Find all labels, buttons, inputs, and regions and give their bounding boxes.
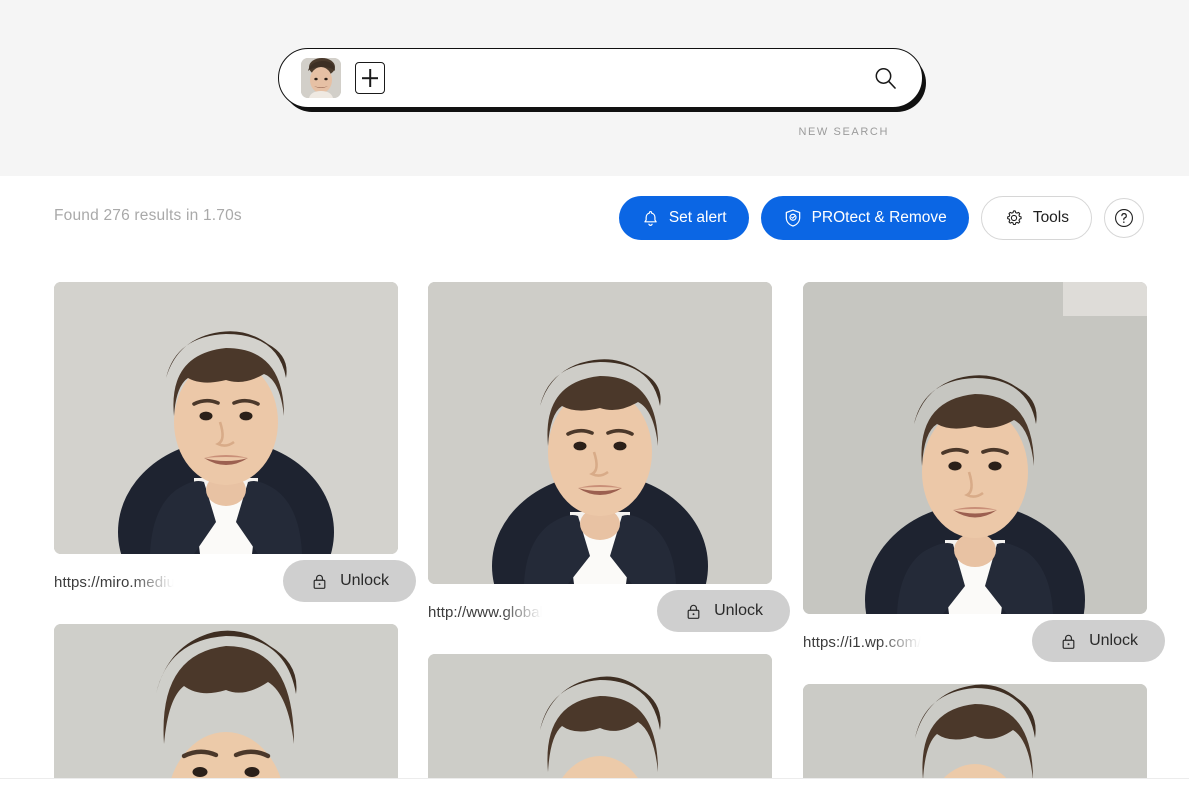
result-url[interactable]: https://miro.mediu <box>54 574 175 591</box>
search-input[interactable] <box>397 58 866 98</box>
search-icon <box>875 67 896 89</box>
unlock-button[interactable]: Unlock <box>657 590 790 632</box>
result-thumbnail[interactable] <box>54 624 398 794</box>
protect-remove-button[interactable]: PROtect & Remove <box>760 196 969 240</box>
search-bar[interactable] <box>278 48 923 108</box>
result-card <box>54 624 398 794</box>
result-thumbnail[interactable] <box>428 654 772 794</box>
result-meta: http://www.global Unlock <box>428 584 790 640</box>
results-count-text: Found 276 results in 1.70s <box>54 207 242 224</box>
result-meta: https://i1.wp.com/ Unlock <box>803 614 1165 670</box>
lock-icon <box>1062 634 1075 649</box>
tools-button[interactable]: Tools <box>980 196 1092 240</box>
set-alert-button[interactable]: Set alert <box>618 196 749 240</box>
result-url[interactable]: https://i1.wp.com/ <box>803 634 922 651</box>
help-button[interactable] <box>1104 198 1144 238</box>
unlock-label: Unlock <box>340 572 389 589</box>
add-face-button[interactable] <box>355 62 385 94</box>
unlock-label: Unlock <box>714 602 763 619</box>
unlock-button[interactable]: Unlock <box>283 560 416 602</box>
result-thumbnail[interactable] <box>803 282 1147 614</box>
tools-label: Tools <box>1032 209 1069 226</box>
lock-icon <box>313 574 326 589</box>
result-card: http://www.global Unlock <box>428 282 790 640</box>
search-header-band: NEW SEARCH <box>0 0 1189 176</box>
gear-icon <box>1006 210 1022 226</box>
result-meta: https://miro.mediu Unlock <box>54 554 416 610</box>
set-alert-label: Set alert <box>668 209 727 226</box>
search-results-page: NEW SEARCH Found 276 results in 1.70s Se… <box>0 0 1189 794</box>
search-bar-container <box>278 48 923 110</box>
toolbar-actions: Set alert PROtect & Remove Tools <box>618 196 1144 240</box>
protect-remove-label: PROtect & Remove <box>811 209 947 226</box>
new-search-link[interactable]: NEW SEARCH <box>0 126 889 138</box>
result-card: https://i1.wp.com/ Unlock <box>803 282 1165 670</box>
result-card <box>428 654 772 794</box>
results-column-1: https://miro.mediu Unlock <box>54 282 416 794</box>
result-url[interactable]: http://www.global <box>428 604 543 621</box>
unlock-label: Unlock <box>1089 632 1138 649</box>
results-grid: https://miro.mediu Unlock http://www.glo… <box>0 270 1189 794</box>
result-thumbnail[interactable] <box>54 282 398 554</box>
viewport-bottom-edge <box>0 778 1189 794</box>
face-query-thumbnail[interactable] <box>301 58 341 98</box>
help-circle-icon <box>1115 209 1133 227</box>
results-toolbar: Found 276 results in 1.70s Set alert PRO… <box>0 196 1189 246</box>
shield-icon <box>785 209 800 227</box>
results-column-3: https://i1.wp.com/ Unlock <box>803 282 1165 794</box>
search-submit-button[interactable] <box>866 59 904 97</box>
bell-icon <box>644 210 657 226</box>
results-column-2: http://www.global Unlock <box>428 282 790 794</box>
lock-icon <box>687 604 700 619</box>
result-thumbnail[interactable] <box>428 282 772 584</box>
unlock-button[interactable]: Unlock <box>1032 620 1165 662</box>
result-card: https://miro.mediu Unlock <box>54 282 416 610</box>
